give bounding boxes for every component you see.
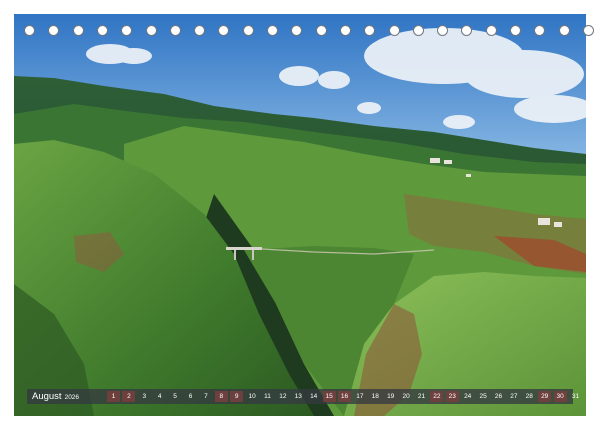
binding-ring bbox=[388, 25, 400, 36]
binding-ring bbox=[72, 25, 84, 36]
binding-ring bbox=[582, 25, 594, 36]
calendar-day: 26 bbox=[494, 393, 503, 400]
calendar-day: 3 bbox=[142, 393, 147, 400]
calendar-day: 5 bbox=[173, 393, 177, 400]
calendar-day: 10 bbox=[248, 393, 256, 400]
binding-ring bbox=[48, 25, 60, 36]
binding-ring bbox=[558, 25, 570, 36]
calendar-day: 27 bbox=[510, 393, 518, 400]
calendar-day: 31 bbox=[571, 393, 580, 400]
binding-ring bbox=[364, 25, 376, 36]
calendar-day: 18 bbox=[371, 393, 379, 400]
calendar-day: 6 bbox=[188, 393, 193, 400]
calendar-day: 13 bbox=[294, 393, 302, 400]
binding-ring bbox=[485, 25, 497, 36]
calendar-day: 9 bbox=[230, 391, 244, 402]
calendar-day: 4 bbox=[157, 393, 162, 400]
mountain-valley-illustration bbox=[14, 14, 586, 416]
binding-ring bbox=[534, 25, 546, 36]
calendar-day: 25 bbox=[479, 393, 487, 400]
year-label: 2026 bbox=[64, 394, 80, 401]
binding-ring bbox=[121, 25, 133, 36]
calendar-day: 15 bbox=[322, 391, 336, 402]
calendar-day: 8 bbox=[214, 391, 228, 402]
calendar-day: 28 bbox=[525, 393, 533, 400]
calendar-day: 24 bbox=[464, 393, 472, 400]
binding-ring bbox=[510, 25, 521, 36]
calendar-day: 16 bbox=[338, 391, 351, 402]
binding-ring bbox=[24, 25, 35, 36]
calendar-day: 22 bbox=[430, 391, 444, 402]
binding-ring bbox=[218, 25, 230, 36]
binding-ring bbox=[145, 25, 157, 36]
binding-ring bbox=[339, 25, 351, 36]
calendar-strip: August 2026 1 2 3 4 5 6 7 8 9 10 11 12 13 14 15 16 17 18 19… bbox=[27, 389, 579, 404]
calendar-day: 29 bbox=[538, 391, 552, 402]
month-label: August 2026 bbox=[32, 390, 79, 404]
binding-ring bbox=[291, 25, 303, 36]
calendar-day: 19 bbox=[387, 393, 395, 400]
calendar-day: 21 bbox=[417, 393, 426, 400]
binding-ring bbox=[315, 25, 327, 36]
calendar-day: 1 bbox=[107, 391, 120, 402]
binding-ring bbox=[96, 25, 108, 36]
binding-ring bbox=[194, 25, 206, 36]
calendar-day: 14 bbox=[310, 393, 318, 400]
binding-rings bbox=[24, 25, 594, 39]
month-name: August bbox=[32, 391, 62, 402]
binding-ring bbox=[242, 25, 254, 36]
calendar-page: August 2026 1 2 3 4 5 6 7 8 9 10 11 12 13 14 15 16 17 18 19… bbox=[0, 0, 600, 431]
calendar-day: 12 bbox=[279, 393, 287, 400]
calendar-day: 7 bbox=[204, 393, 208, 400]
binding-ring bbox=[437, 25, 449, 36]
calendar-day: 11 bbox=[264, 393, 271, 400]
landscape-photo bbox=[14, 14, 586, 416]
binding-ring bbox=[267, 25, 278, 36]
binding-ring bbox=[461, 25, 473, 36]
calendar-day: 17 bbox=[356, 393, 364, 400]
calendar-day: 2 bbox=[122, 391, 136, 402]
calendar-day: 23 bbox=[445, 391, 459, 402]
binding-ring bbox=[412, 25, 424, 36]
calendar-day: 20 bbox=[402, 393, 410, 400]
binding-ring bbox=[169, 25, 181, 36]
calendar-day: 30 bbox=[553, 391, 567, 402]
